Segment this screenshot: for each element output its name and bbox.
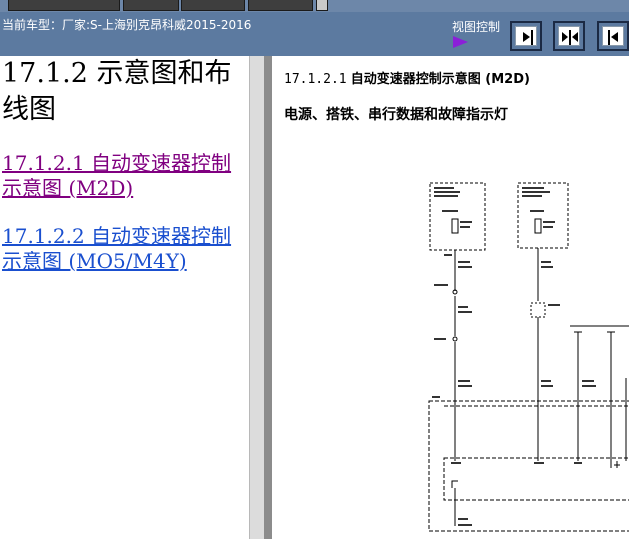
top-tab-2[interactable]: [123, 0, 179, 11]
view-split-button[interactable]: [553, 21, 585, 51]
top-tab-strip: [0, 0, 629, 12]
nav-link-m2d[interactable]: 17.1.2.1 自动变速器控制示意图 (M2D): [2, 151, 247, 201]
top-tab-5[interactable]: [316, 0, 328, 11]
view-left-button[interactable]: [510, 21, 542, 51]
left-panel-icon: [523, 30, 533, 45]
fuse-1: [451, 218, 459, 234]
nav-pane: 17.1.2 示意图和布线图 17.1.2.1 自动变速器控制示意图 (M2D)…: [0, 56, 249, 539]
control-module-box: [428, 400, 629, 532]
header-bar: 当前车型：厂家:S-上海别克昂科威2015-2016 视图控制: [0, 12, 629, 56]
split-panel-icon: [562, 30, 578, 45]
play-triangle-icon[interactable]: [453, 36, 468, 48]
nav-link-mo5-m4y[interactable]: 17.1.2.2 自动变速器控制示意图 (MO5/M4Y): [2, 224, 247, 274]
fuse-block-1: [429, 182, 486, 251]
diagram-small-labels: [432, 187, 596, 526]
right-panel-icon: [608, 30, 618, 45]
pane-splitter[interactable]: [264, 56, 272, 539]
view-right-button[interactable]: [597, 21, 629, 51]
top-tab-4[interactable]: [248, 0, 313, 11]
top-tab-3[interactable]: [181, 0, 245, 11]
top-tab-1[interactable]: [8, 0, 120, 11]
section-title: 17.1.2 示意图和布线图: [2, 58, 232, 125]
nav-scrollbar[interactable]: [249, 56, 264, 539]
fuse-2: [534, 218, 542, 234]
view-control-label: 视图控制: [452, 20, 501, 34]
content-pane: 17.1.2.1 自动变速器控制示意图 (M2D) 电源、搭铁、串行数据和故障指…: [272, 56, 629, 539]
wiring-diagram[interactable]: [272, 56, 629, 539]
vehicle-info: 当前车型：厂家:S-上海别克昂科威2015-2016: [2, 18, 252, 32]
